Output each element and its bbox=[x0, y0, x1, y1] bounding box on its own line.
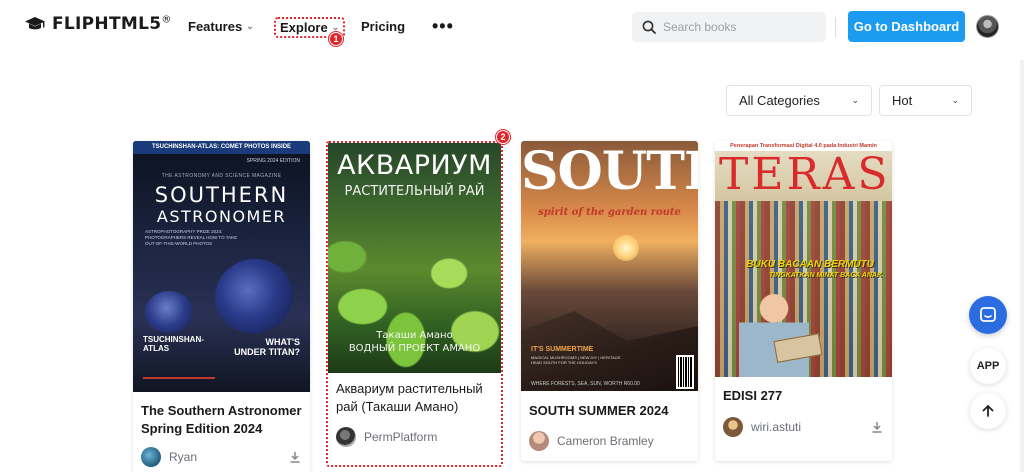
owner-avatar bbox=[529, 431, 549, 451]
chevron-down-icon: ⌄ bbox=[851, 95, 859, 105]
cover-child-image bbox=[739, 289, 809, 377]
download-icon[interactable] bbox=[288, 450, 302, 464]
cover-rocks-image bbox=[521, 311, 698, 391]
cover-sun bbox=[613, 235, 639, 261]
page-scrollbar[interactable] bbox=[1020, 60, 1024, 472]
book-footer: Cameron Bramley bbox=[529, 431, 690, 451]
category-filter-value: All Categories bbox=[739, 93, 820, 108]
cover-banner: TSUCHINSHAN-ATLAS: COMET PHOTOS INSIDE bbox=[133, 141, 310, 154]
book-card[interactable]: SOUTH® spirit of the garden route IT'S S… bbox=[521, 141, 698, 461]
cover-tag: IT'S SUMMERTIME bbox=[531, 346, 594, 353]
nav-explore-label: Explore bbox=[280, 20, 328, 35]
category-filter-select[interactable]: All Categories ⌄ bbox=[726, 85, 872, 116]
cover-title-line1: SOUTHERN bbox=[154, 183, 289, 207]
book-owner[interactable]: Cameron Bramley bbox=[529, 431, 654, 451]
cover-left-headline: TSUCHINSHAN- ATLAS bbox=[143, 335, 204, 354]
cover-title-line2: ASTRONOMER bbox=[156, 207, 287, 226]
top-navbar: FLIPHTML5® Features ⌄ Explore ⌄ 1 Pricin… bbox=[0, 0, 1024, 54]
sort-filter-select[interactable]: Hot ⌄ bbox=[879, 85, 972, 116]
chat-icon bbox=[980, 307, 996, 322]
cover-edition: SPRING 2024 EDITION bbox=[246, 158, 300, 164]
book-cover[interactable]: АКВАРИУМ РАСТИТЕЛЬНЫЙ РАЙ Такаши Амано В… bbox=[328, 143, 501, 373]
owner-name: Ryan bbox=[169, 450, 198, 464]
cover-subtitle-2: TINGKATKAN MINAT BACA ANAK bbox=[768, 272, 882, 279]
book-owner[interactable]: wiri.astuti bbox=[723, 417, 801, 437]
download-icon[interactable] bbox=[870, 420, 884, 434]
book-footer: wiri.astuti bbox=[723, 417, 884, 437]
cover-author: Такаши Амано bbox=[376, 330, 453, 341]
chat-button[interactable] bbox=[969, 296, 1007, 334]
cover-title-line2: РАСТИТЕЛЬНЫЙ РАЙ bbox=[344, 184, 485, 199]
cover-magazine-label: THE ASTRONOMY AND SCIENCE MAGAZINE bbox=[161, 173, 282, 179]
book-title[interactable]: The Southern Astronomer Spring Edition 2… bbox=[133, 392, 310, 437]
cover-comet-image bbox=[145, 291, 193, 333]
cover-right-headline: WHAT'S UNDER TITAN? bbox=[234, 337, 300, 358]
arrow-up-icon bbox=[982, 404, 994, 417]
nav-pricing-label: Pricing bbox=[361, 19, 406, 34]
barcode-icon bbox=[676, 355, 694, 389]
cover-accent-bar bbox=[143, 377, 215, 379]
chevron-down-icon: ⌄ bbox=[951, 95, 959, 105]
chevron-down-icon: ⌄ bbox=[246, 21, 254, 31]
book-footer: PermPlatform bbox=[336, 427, 493, 447]
owner-name: PermPlatform bbox=[364, 430, 438, 444]
book-owner[interactable]: Ryan bbox=[141, 447, 197, 467]
book-cover[interactable]: Penerapan Transformasi Digital 4.0 pada … bbox=[715, 141, 892, 377]
cover-subtitle: BUKU BACAAN BERMUTU bbox=[746, 259, 874, 270]
book-card[interactable]: Penerapan Transformasi Digital 4.0 pada … bbox=[715, 141, 892, 461]
owner-name: wiri.astuti bbox=[751, 420, 802, 434]
book-owner[interactable]: PermPlatform bbox=[336, 427, 437, 447]
cover-title-line1: АКВАРИУМ bbox=[337, 150, 492, 181]
app-download-button[interactable]: APP bbox=[970, 348, 1006, 384]
graduation-cap-icon bbox=[25, 17, 45, 30]
book-cover[interactable]: TSUCHINSHAN-ATLAS: COMET PHOTOS INSIDE S… bbox=[133, 141, 310, 392]
cover-title-line1: TERAS bbox=[719, 149, 891, 200]
owner-avatar bbox=[141, 447, 161, 467]
owner-avatar bbox=[336, 427, 356, 447]
cover-author-project: ВОДНЫЙ ПРОЕКТ АМАНО bbox=[348, 343, 481, 354]
book-card[interactable]: АКВАРИУМ РАСТИТЕЛЬНЫЙ РАЙ Такаши Амано В… bbox=[326, 141, 503, 467]
search-box[interactable] bbox=[632, 12, 826, 42]
cover-title-line1: SOUTH® bbox=[521, 141, 698, 202]
cover-small-text: MAGICAL MUSHROOMS | NEW DIY | HERITAGE HE… bbox=[531, 355, 621, 366]
book-cover[interactable]: SOUTH® spirit of the garden route IT'S S… bbox=[521, 141, 698, 391]
cover-bottom-text: WHERE FORESTS, SEA, SUN, WORTH R60.00 bbox=[531, 381, 640, 387]
nav-features[interactable]: Features ⌄ bbox=[188, 19, 254, 34]
annotation-badge-1: 1 bbox=[329, 32, 343, 46]
cover-tagline: spirit of the garden route bbox=[538, 207, 681, 218]
book-card[interactable]: TSUCHINSHAN-ATLAS: COMET PHOTOS INSIDE S… bbox=[133, 141, 310, 472]
go-to-dashboard-button[interactable]: Go to Dashboard bbox=[848, 11, 965, 42]
nav-pricing[interactable]: Pricing bbox=[361, 19, 405, 34]
owner-name: Cameron Bramley bbox=[557, 434, 654, 448]
more-menu-icon[interactable]: ••• bbox=[432, 16, 454, 37]
logo[interactable]: FLIPHTML5® bbox=[24, 14, 172, 34]
book-title[interactable]: Аквариум растительный рай (Такаши Амано) bbox=[328, 373, 501, 415]
header-divider bbox=[835, 17, 836, 37]
book-footer: Ryan bbox=[141, 447, 302, 467]
search-input[interactable] bbox=[663, 20, 813, 34]
sort-filter-value: Hot bbox=[892, 93, 913, 108]
logo-text: FLIPHTML5® bbox=[52, 14, 172, 34]
nav-features-label: Features bbox=[188, 19, 243, 34]
annotation-badge-2: 2 bbox=[496, 130, 510, 144]
cover-comet-image bbox=[205, 248, 303, 344]
search-icon bbox=[642, 20, 656, 34]
user-avatar[interactable] bbox=[976, 15, 999, 38]
book-title[interactable]: SOUTH SUMMER 2024 bbox=[521, 391, 698, 420]
owner-avatar bbox=[723, 417, 743, 437]
back-to-top-button[interactable] bbox=[970, 393, 1006, 429]
book-title[interactable]: EDISI 277 bbox=[715, 377, 892, 405]
cover-blurb: ASTROPHOTOGRAPHY PRIZE 2024: PHOTOGRAPHE… bbox=[145, 229, 238, 247]
